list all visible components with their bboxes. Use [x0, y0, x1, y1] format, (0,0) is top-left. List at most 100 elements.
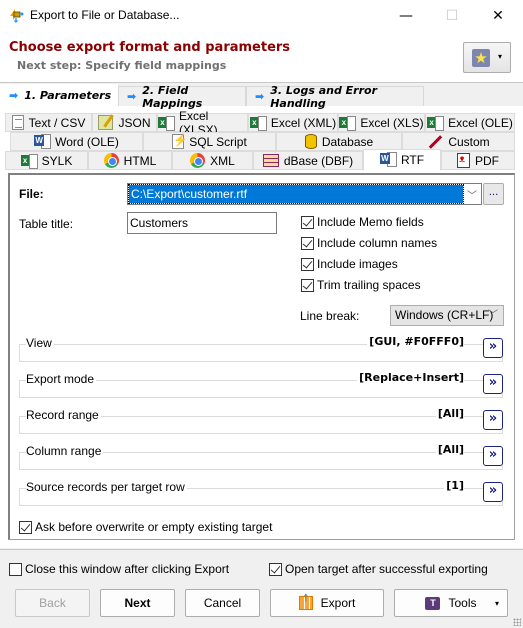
- chrome-icon: [190, 153, 206, 168]
- wizard-header: Choose export format and parameters Next…: [0, 31, 523, 83]
- file-label: File:: [19, 187, 44, 201]
- tab-field-mappings[interactable]: ➡ 2. Field Mappings: [118, 84, 246, 110]
- chevron-down-icon: ﹀: [488, 310, 498, 321]
- maximize-button[interactable]: ☐: [429, 0, 475, 31]
- page-subtitle: Next step: Specify field mappings: [17, 59, 227, 72]
- sql-script-icon: [172, 133, 188, 149]
- tab-label: SQL Script: [189, 134, 247, 149]
- line-break-value: Windows (CR+LF): [395, 308, 494, 322]
- next-button[interactable]: Next: [100, 589, 175, 617]
- arrow-right-icon: ➡: [127, 90, 137, 103]
- checkbox-unchecked-icon: [9, 562, 22, 576]
- file-path-value: C:\Export\customer.rtf: [128, 184, 464, 204]
- chevron-down-icon[interactable]: ﹀: [467, 187, 477, 202]
- format-tab-html[interactable]: HTML: [88, 151, 172, 170]
- export-button[interactable]: Export: [270, 589, 384, 617]
- view-settings-button[interactable]: »: [483, 338, 503, 358]
- resize-grip[interactable]: [513, 618, 521, 626]
- export-mode-settings-button[interactable]: »: [483, 374, 503, 394]
- sylk-icon: [20, 153, 38, 169]
- open-target-checkbox[interactable]: Open target after successful exporting: [269, 562, 488, 576]
- checkbox-checked-icon: [269, 562, 282, 576]
- record-range-settings-button[interactable]: »: [483, 410, 503, 430]
- excel-icon: [427, 115, 445, 131]
- tab-label: Custom: [448, 134, 490, 149]
- arrow-right-icon: ➡: [9, 89, 19, 102]
- page-title: Choose export format and parameters: [9, 40, 291, 55]
- tab-label: dBase (DBF): [283, 153, 354, 168]
- window-title: Export to File or Database...: [30, 8, 180, 22]
- tab-label: Text / CSV: [28, 115, 86, 130]
- tab-label: SYLK: [41, 153, 73, 168]
- button-label: Export: [320, 596, 356, 610]
- tools-button[interactable]: T Tools ▾: [394, 589, 508, 617]
- format-tab-excel-xls[interactable]: Excel (XLS): [338, 113, 425, 132]
- app-icon: [8, 7, 24, 23]
- source-records-settings-button[interactable]: »: [483, 482, 503, 502]
- excel-icon: [158, 115, 175, 131]
- format-tab-text-csv[interactable]: Text / CSV: [5, 113, 92, 132]
- format-tab-excel-xml[interactable]: Excel (XML): [248, 113, 338, 132]
- excel-icon: [339, 115, 357, 131]
- cancel-button[interactable]: Cancel: [185, 589, 260, 617]
- pdf-icon: [457, 153, 470, 168]
- tab-label: RTF: [400, 153, 425, 167]
- format-tab-pdf[interactable]: PDF: [441, 151, 515, 170]
- format-tab-dbase[interactable]: dBase (DBF): [253, 151, 363, 170]
- group-title: Column range: [26, 444, 104, 458]
- tab-parameters[interactable]: ➡ 1. Parameters: [0, 84, 118, 106]
- tab-label: Excel (XLS): [360, 115, 424, 130]
- checkbox-checked-icon: [301, 278, 314, 292]
- format-tab-sylk[interactable]: SYLK: [5, 151, 88, 170]
- chevron-down-icon[interactable]: ▾: [495, 599, 499, 608]
- trim-trailing-spaces-checkbox[interactable]: Trim trailing spaces: [301, 278, 421, 292]
- checkbox-label: Include images: [317, 257, 398, 271]
- file-path-combobox[interactable]: C:\Export\customer.rtf ﹀: [127, 183, 482, 205]
- close-button[interactable]: ✕: [475, 0, 521, 31]
- close-after-export-checkbox[interactable]: Close this window after clicking Export: [9, 562, 229, 576]
- group-value: [All]: [435, 443, 464, 456]
- group-value: [1]: [444, 479, 464, 492]
- format-tab-word-ole[interactable]: Word (OLE): [10, 132, 143, 151]
- tab-label: Word (OLE): [55, 134, 119, 149]
- format-tab-excel-xlsx[interactable]: Excel (XLSX): [157, 109, 248, 137]
- checkbox-label: Include Memo fields: [317, 215, 424, 229]
- format-tab-sql-script[interactable]: SQL Script: [143, 132, 276, 151]
- star-icon: ★: [472, 49, 490, 67]
- button-label: Back: [39, 596, 66, 610]
- back-button[interactable]: Back: [15, 589, 90, 617]
- tab-label: Database: [321, 134, 374, 149]
- include-memo-fields-checkbox[interactable]: Include Memo fields: [301, 215, 424, 229]
- include-images-checkbox[interactable]: Include images: [301, 257, 398, 271]
- group-value: [Replace+Insert]: [357, 371, 464, 384]
- ask-before-overwrite-checkbox[interactable]: Ask before overwrite or empty existing t…: [19, 520, 272, 534]
- format-tab-xml[interactable]: XML: [172, 151, 253, 170]
- format-tab-rtf[interactable]: RTF: [363, 149, 441, 171]
- chevron-down-icon: ▾: [498, 52, 503, 61]
- tab-label: 3. Logs and Error Handling: [270, 83, 378, 110]
- favorites-button[interactable]: ★ ▾: [463, 42, 511, 73]
- line-break-label: Line break:: [300, 309, 360, 323]
- group-title: Source records per target row: [26, 480, 187, 494]
- include-column-names-checkbox[interactable]: Include column names: [301, 236, 437, 250]
- group-title: Export mode: [26, 372, 97, 386]
- checkbox-label: Include column names: [317, 236, 438, 250]
- browse-button[interactable]: ...: [483, 183, 504, 205]
- checkbox-checked-icon: [301, 236, 314, 250]
- group-value: [All]: [435, 407, 464, 420]
- wizard-tabs: ➡ 1. Parameters ➡ 2. Field Mappings ➡ 3.…: [0, 84, 523, 110]
- line-break-select[interactable]: Windows (CR+LF) ﹀: [390, 305, 504, 326]
- dbase-icon: [262, 154, 279, 167]
- tab-label: 2. Field Mappings: [142, 83, 203, 110]
- minimize-button[interactable]: —: [383, 0, 429, 31]
- tab-label: JSON: [118, 115, 151, 130]
- format-tab-excel-ole[interactable]: Excel (OLE): [425, 113, 515, 132]
- group-value: [GUI, #F0FFF0]: [367, 335, 464, 348]
- table-title-input[interactable]: Customers: [127, 212, 277, 234]
- column-range-settings-button[interactable]: »: [483, 446, 503, 466]
- arrow-right-icon: ➡: [255, 90, 265, 103]
- button-label: Cancel: [203, 596, 242, 610]
- checkbox-checked-icon: [301, 257, 314, 271]
- tab-logs-error-handling[interactable]: ➡ 3. Logs and Error Handling: [246, 84, 424, 110]
- format-tab-json[interactable]: JSON: [92, 113, 157, 132]
